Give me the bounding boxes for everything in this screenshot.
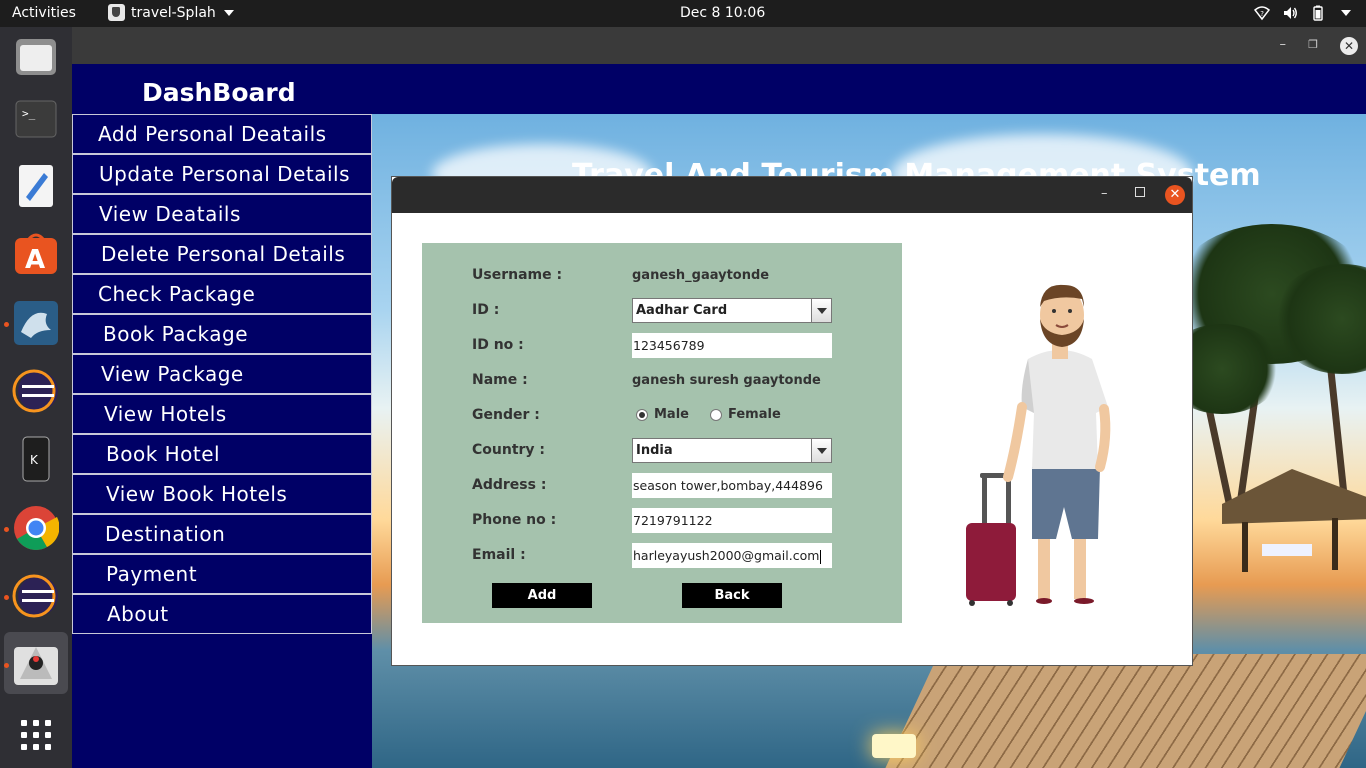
country-selected: India	[636, 443, 673, 458]
menu-view-details[interactable]: View Deatails	[72, 194, 372, 234]
java-app-icon[interactable]	[12, 639, 60, 687]
battery-icon	[1310, 5, 1326, 21]
menu-check-package[interactable]: Check Package	[72, 274, 372, 314]
minimize-icon[interactable]: –	[1280, 37, 1287, 53]
volume-icon	[1282, 5, 1298, 21]
username-label: Username :	[472, 267, 563, 283]
name-label: Name :	[472, 372, 528, 388]
minimize-icon[interactable]: –	[1101, 186, 1108, 201]
close-icon[interactable]: ✕	[1165, 185, 1185, 205]
svg-text:K: K	[30, 453, 39, 467]
running-indicator	[4, 527, 9, 532]
pier	[885, 654, 1366, 768]
gender-female-label: Female	[728, 407, 781, 422]
eclipse-2-icon[interactable]	[12, 572, 60, 620]
add-button[interactable]: Add	[492, 583, 592, 608]
username-value: ganesh_gaaytonde	[632, 268, 770, 283]
dock: >_ A K	[0, 27, 72, 768]
radio-unselected-icon	[710, 408, 722, 421]
mysql-workbench-icon[interactable]	[12, 299, 60, 347]
chevron-down-icon[interactable]	[811, 299, 831, 322]
menu-book-hotel[interactable]: Book Hotel	[72, 434, 372, 474]
text-editor-icon[interactable]	[12, 162, 60, 210]
power-menu-chevron-icon	[1338, 5, 1354, 21]
name-value: ganesh suresh gaaytonde	[632, 373, 821, 388]
country-select[interactable]: India	[632, 438, 832, 463]
app-window-titlebar: – ❐ ✕	[72, 27, 1366, 64]
traveler-illustration	[966, 284, 1111, 606]
maximize-icon[interactable]	[1135, 187, 1145, 197]
radio-selected-icon	[636, 408, 648, 421]
menu-view-hotels[interactable]: View Hotels	[72, 394, 372, 434]
email-label: Email :	[472, 547, 526, 563]
personal-details-form: Username : ganesh_gaaytonde ID : Aadhar …	[422, 243, 902, 623]
country-label: Country :	[472, 442, 546, 458]
java-app-icon	[108, 4, 125, 21]
files-icon[interactable]	[12, 33, 60, 81]
svg-text:A: A	[25, 245, 45, 275]
network-icon: ?	[1254, 5, 1270, 21]
phone-field[interactable]: 7219791122	[632, 508, 832, 533]
clock[interactable]: Dec 8 10:06	[680, 5, 765, 21]
terminal-icon[interactable]: >_	[12, 95, 60, 143]
close-icon[interactable]: ✕	[1340, 37, 1358, 55]
running-indicator	[4, 663, 9, 668]
phone-label: Phone no :	[472, 512, 557, 528]
app-menu-label: travel-Splah	[131, 4, 216, 21]
dialog-titlebar: – ✕	[392, 177, 1192, 213]
chrome-icon[interactable]	[12, 504, 60, 552]
menu-about[interactable]: About	[72, 594, 372, 634]
app-menu[interactable]: travel-Splah	[108, 4, 234, 21]
address-label: Address :	[472, 477, 547, 493]
menu-view-package[interactable]: View Package	[72, 354, 372, 394]
restore-icon[interactable]: ❐	[1308, 37, 1318, 53]
menu-delete-personal-details[interactable]: Delete Personal Details	[72, 234, 372, 274]
menu-book-package[interactable]: Book Package	[72, 314, 372, 354]
gender-female-radio[interactable]: Female	[710, 407, 781, 422]
menu-view-book-hotels[interactable]: View Book Hotels	[72, 474, 372, 514]
show-apps-icon[interactable]	[12, 711, 60, 759]
address-field[interactable]: season tower,bombay,444896	[632, 473, 832, 498]
menu-update-personal-details[interactable]: Update Personal Details	[72, 154, 372, 194]
svg-text:>_: >_	[22, 107, 36, 120]
svg-text:?: ?	[1260, 10, 1264, 18]
text-caret	[820, 549, 822, 564]
app-center-icon[interactable]: A	[12, 230, 60, 278]
id-no-label: ID no :	[472, 337, 524, 353]
gender-male-radio[interactable]: Male	[636, 407, 689, 422]
chevron-down-icon	[223, 9, 234, 16]
back-button[interactable]: Back	[682, 583, 782, 608]
activities-button[interactable]: Activities	[12, 5, 76, 21]
email-field[interactable]: harleyayush2000@gmail.com	[632, 543, 832, 568]
eclipse-icon[interactable]	[12, 367, 60, 415]
kde-connect-icon[interactable]: K	[12, 435, 60, 483]
menu-destination[interactable]: Destination	[72, 514, 372, 554]
id-label: ID :	[472, 302, 500, 318]
running-indicator	[4, 595, 9, 600]
email-value: harleyayush2000@gmail.com	[633, 548, 820, 563]
top-bar: Activities travel-Splah Dec 8 10:06 ?	[0, 0, 1366, 27]
add-details-dialog: – ✕ Username : ganesh_gaaytonde ID : Aad…	[391, 176, 1193, 666]
id-no-field[interactable]: 123456789	[632, 333, 832, 358]
id-type-selected: Aadhar Card	[636, 303, 728, 318]
system-tray[interactable]: ?	[1254, 5, 1354, 21]
id-type-select[interactable]: Aadhar Card	[632, 298, 832, 323]
running-indicator	[4, 322, 9, 327]
menu-add-personal-details[interactable]: Add Personal Deatails	[72, 114, 372, 154]
dashboard-title: DashBoard	[142, 78, 296, 107]
menu-payment[interactable]: Payment	[72, 554, 372, 594]
gender-label: Gender :	[472, 407, 540, 423]
gender-male-label: Male	[654, 407, 689, 422]
chevron-down-icon[interactable]	[811, 439, 831, 462]
